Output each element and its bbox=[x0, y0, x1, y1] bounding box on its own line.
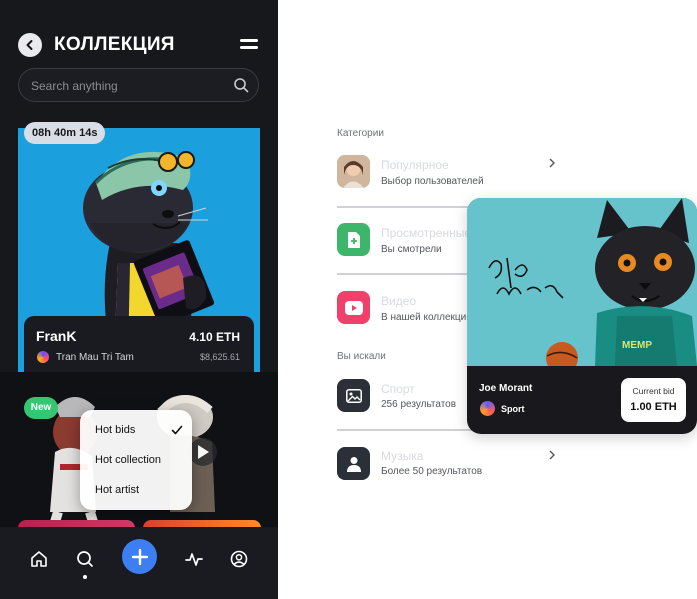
chevron-left-icon bbox=[26, 40, 33, 50]
sport-search-icon bbox=[337, 379, 370, 412]
checkmark-icon bbox=[171, 425, 183, 435]
top-bar: КОЛЛЕКЦИЯ bbox=[18, 32, 262, 58]
menu-item-hot-collection[interactable]: Hot collection bbox=[95, 454, 161, 466]
creator-name: Tran Mau Tri Tam bbox=[56, 352, 134, 363]
chevron-right-icon[interactable] bbox=[548, 450, 556, 460]
countdown-timer: 08h 40m 14s bbox=[24, 122, 106, 144]
nft-name: FranK bbox=[36, 328, 77, 344]
avatar bbox=[337, 155, 370, 188]
document-plus-icon bbox=[347, 231, 360, 248]
back-button[interactable] bbox=[18, 33, 42, 57]
hamburger-line bbox=[240, 39, 258, 42]
home-icon[interactable] bbox=[29, 549, 49, 569]
category-title-viewed[interactable]: Просмотренные bbox=[381, 226, 471, 240]
menu-button[interactable] bbox=[240, 38, 258, 52]
mobile-app: КОЛЛЕКЦИЯ Search anything 08h 40m 14s Fr… bbox=[0, 0, 278, 599]
sort-dropdown-menu: Hot bids Hot collection Hot artist bbox=[80, 410, 192, 510]
bid-value: 1.00 ETH bbox=[630, 401, 677, 413]
categories-label: Категории bbox=[337, 128, 384, 139]
search-icon[interactable] bbox=[233, 77, 249, 93]
search-icon[interactable] bbox=[75, 549, 95, 569]
history-subtitle-music: Более 50 результатов bbox=[381, 466, 483, 477]
history-title-sport[interactable]: Спорт bbox=[381, 382, 415, 396]
art-card-category: Sport bbox=[501, 404, 525, 414]
menu-item-hot-bids[interactable]: Hot bids bbox=[95, 424, 135, 436]
create-button[interactable] bbox=[122, 539, 157, 574]
viewed-category-icon bbox=[337, 223, 370, 256]
history-label: Вы искали bbox=[337, 351, 386, 362]
black-cat-basketball-illustration: MEMP bbox=[467, 198, 697, 374]
plus-icon bbox=[131, 548, 148, 565]
search-input[interactable]: Search anything bbox=[31, 79, 118, 93]
nft-price: 4.10 ETH bbox=[189, 330, 240, 344]
active-indicator bbox=[83, 575, 87, 579]
category-title-popular[interactable]: Популярное bbox=[381, 158, 449, 172]
category-avatar bbox=[480, 401, 495, 416]
play-icon bbox=[344, 300, 363, 315]
divider bbox=[337, 206, 477, 208]
menu-item-hot-artist[interactable]: Hot artist bbox=[95, 484, 139, 496]
divider bbox=[337, 273, 477, 275]
nft-art-image: MEMP bbox=[467, 198, 697, 374]
history-subtitle-sport: 256 результатов bbox=[381, 399, 457, 410]
svg-text:MEMP: MEMP bbox=[622, 340, 652, 351]
nft-price-usd: $8,625.61 bbox=[199, 352, 240, 362]
nft-art-card[interactable]: MEMP Joe Morant Sport Current bid 1.00 E… bbox=[467, 198, 697, 434]
history-title-music[interactable]: Музыка bbox=[381, 449, 423, 463]
divider bbox=[337, 429, 477, 431]
page-title: КОЛЛЕКЦИЯ bbox=[54, 34, 175, 55]
search-bar[interactable]: Search anything bbox=[18, 68, 259, 102]
image-icon bbox=[345, 388, 362, 403]
bottom-navigation bbox=[0, 527, 278, 599]
profile-icon[interactable] bbox=[229, 549, 249, 569]
video-category-icon bbox=[337, 291, 370, 324]
category-subtitle-video: В нашей коллекции bbox=[381, 312, 472, 323]
current-bid-box: Current bid 1.00 ETH bbox=[621, 378, 686, 422]
creator-avatar bbox=[37, 351, 49, 363]
art-card-name: Joe Morant bbox=[479, 383, 533, 394]
category-subtitle-viewed: Вы смотрели bbox=[381, 244, 442, 255]
user-icon bbox=[346, 456, 361, 472]
activity-icon[interactable] bbox=[184, 549, 204, 569]
new-badge: New bbox=[24, 397, 58, 419]
category-title-video[interactable]: Видео bbox=[381, 294, 416, 308]
screen: { "header": {"title": "КОЛЛЕКЦИЯ"}, "sea… bbox=[0, 0, 697, 599]
hamburger-line bbox=[240, 46, 258, 49]
bid-label: Current bid bbox=[632, 386, 675, 396]
music-search-icon bbox=[337, 447, 370, 480]
chevron-right-icon[interactable] bbox=[548, 158, 556, 168]
category-subtitle-popular: Выбор пользователей bbox=[381, 176, 484, 187]
